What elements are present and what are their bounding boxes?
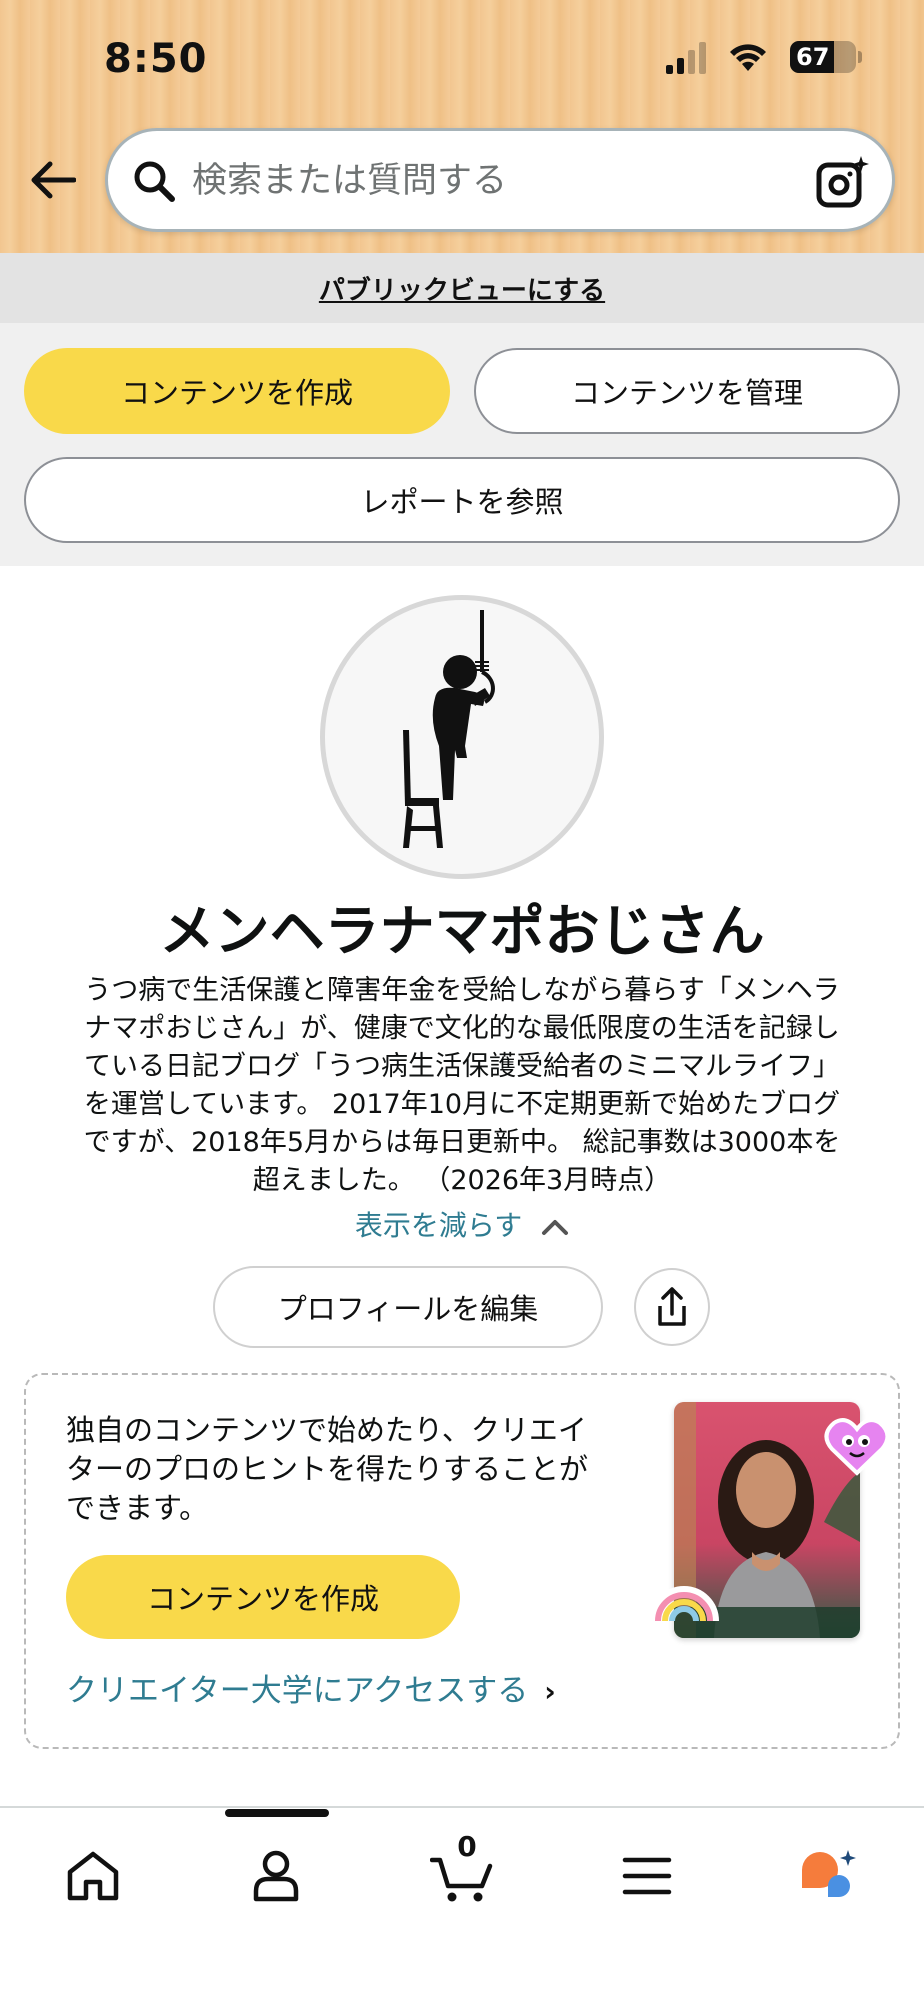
show-less-label: 表示を減らす xyxy=(354,1209,523,1242)
chevron-up-icon xyxy=(542,1220,569,1235)
view-reports-button[interactable]: レポートを参照 xyxy=(24,457,900,543)
search-icon xyxy=(134,161,175,202)
back-button[interactable] xyxy=(24,152,80,208)
show-less-toggle[interactable]: 表示を減らす xyxy=(0,1204,924,1244)
search-input[interactable] xyxy=(192,151,792,211)
active-tab-indicator xyxy=(225,1809,329,1817)
cellular-signal-icon xyxy=(666,40,706,74)
camera-search-icon[interactable] xyxy=(816,155,870,209)
creator-university-link[interactable]: クリエイター大学にアクセスする › xyxy=(66,1665,556,1710)
profile-bio: うつ病で生活保護と障害年金を受給しながら暮らす「メンヘラ ナマポおじさん」が、健… xyxy=(58,972,866,1200)
creator-promo-card: 独自のコンテンツで始めたり、クリエイ ターのプロのヒントを得たりすることが でき… xyxy=(24,1373,900,1749)
back-arrow-icon xyxy=(31,161,76,199)
share-icon xyxy=(658,1287,686,1326)
nav-account[interactable] xyxy=(238,1838,314,1914)
status-icons: 67 xyxy=(666,40,862,74)
nav-cart[interactable]: 0 xyxy=(424,1830,500,1914)
header: 8:50 67 xyxy=(0,0,924,253)
bio-line: ですが、2018年5月からは毎日更新中。 総記事数は3000本を xyxy=(83,1127,841,1158)
search-bar[interactable] xyxy=(105,128,895,232)
battery-icon: 67 xyxy=(790,41,862,73)
public-view-bar: パブリックビューにする xyxy=(0,253,924,323)
bio-line: うつ病で生活保護と障害年金を受給しながら暮らす「メンヘラ xyxy=(84,975,840,1006)
creator-promo-text: 独自のコンテンツで始めたり、クリエイ ターのプロのヒントを得たりすることが でき… xyxy=(66,1411,636,1528)
cart-count: 0 xyxy=(457,1830,477,1863)
public-view-link[interactable]: パブリックビューにする xyxy=(319,270,605,307)
home-icon xyxy=(67,1851,119,1901)
bottom-nav: 0 xyxy=(0,1806,924,2000)
create-content-button[interactable]: コンテンツを作成 xyxy=(24,348,450,434)
account-icon xyxy=(253,1850,299,1902)
edit-profile-button[interactable]: プロフィールを編集 xyxy=(213,1266,603,1348)
nav-menu[interactable] xyxy=(609,1838,685,1914)
bio-line: ている日記ブログ「うつ病生活保護受給者のミニマルライフ」 xyxy=(84,1051,840,1082)
creator-university-label: クリエイター大学にアクセスする xyxy=(66,1673,529,1709)
avatar[interactable] xyxy=(320,595,604,879)
manage-content-button[interactable]: コンテンツを管理 xyxy=(474,348,900,434)
promo-line: ターのプロのヒントを得たりすることが xyxy=(66,1452,589,1486)
status-time: 8:50 xyxy=(104,36,208,82)
promo-line: できます。 xyxy=(66,1491,209,1525)
creator-actions: コンテンツを作成 コンテンツを管理 レポートを参照 xyxy=(0,323,924,566)
wifi-icon xyxy=(730,44,766,71)
profile-name: メンヘラナマポおじさん xyxy=(159,899,765,963)
heart-sticker-icon xyxy=(824,1418,890,1476)
promo-line: 独自のコンテンツで始めたり、クリエイ xyxy=(66,1413,587,1447)
bio-line: 超えました。 （2026年3月時点） xyxy=(252,1165,672,1196)
rainbow-sticker-icon xyxy=(649,1586,719,1622)
bio-line: を運営しています。 2017年10月に不定期更新で始めたブログ xyxy=(83,1089,841,1120)
share-button[interactable] xyxy=(634,1268,710,1346)
menu-icon xyxy=(622,1857,672,1895)
avatar-image xyxy=(403,610,495,848)
rufus-icon xyxy=(802,1850,856,1897)
nav-home[interactable] xyxy=(55,1838,131,1914)
nav-rufus[interactable] xyxy=(792,1838,868,1914)
chevron-right-icon: › xyxy=(544,1675,556,1708)
card-create-content-button[interactable]: コンテンツを作成 xyxy=(66,1555,460,1639)
bio-line: ナマポおじさん」が、健康で文化的な最低限度の生活を記録し xyxy=(84,1013,840,1044)
battery-level: 67 xyxy=(796,43,830,71)
